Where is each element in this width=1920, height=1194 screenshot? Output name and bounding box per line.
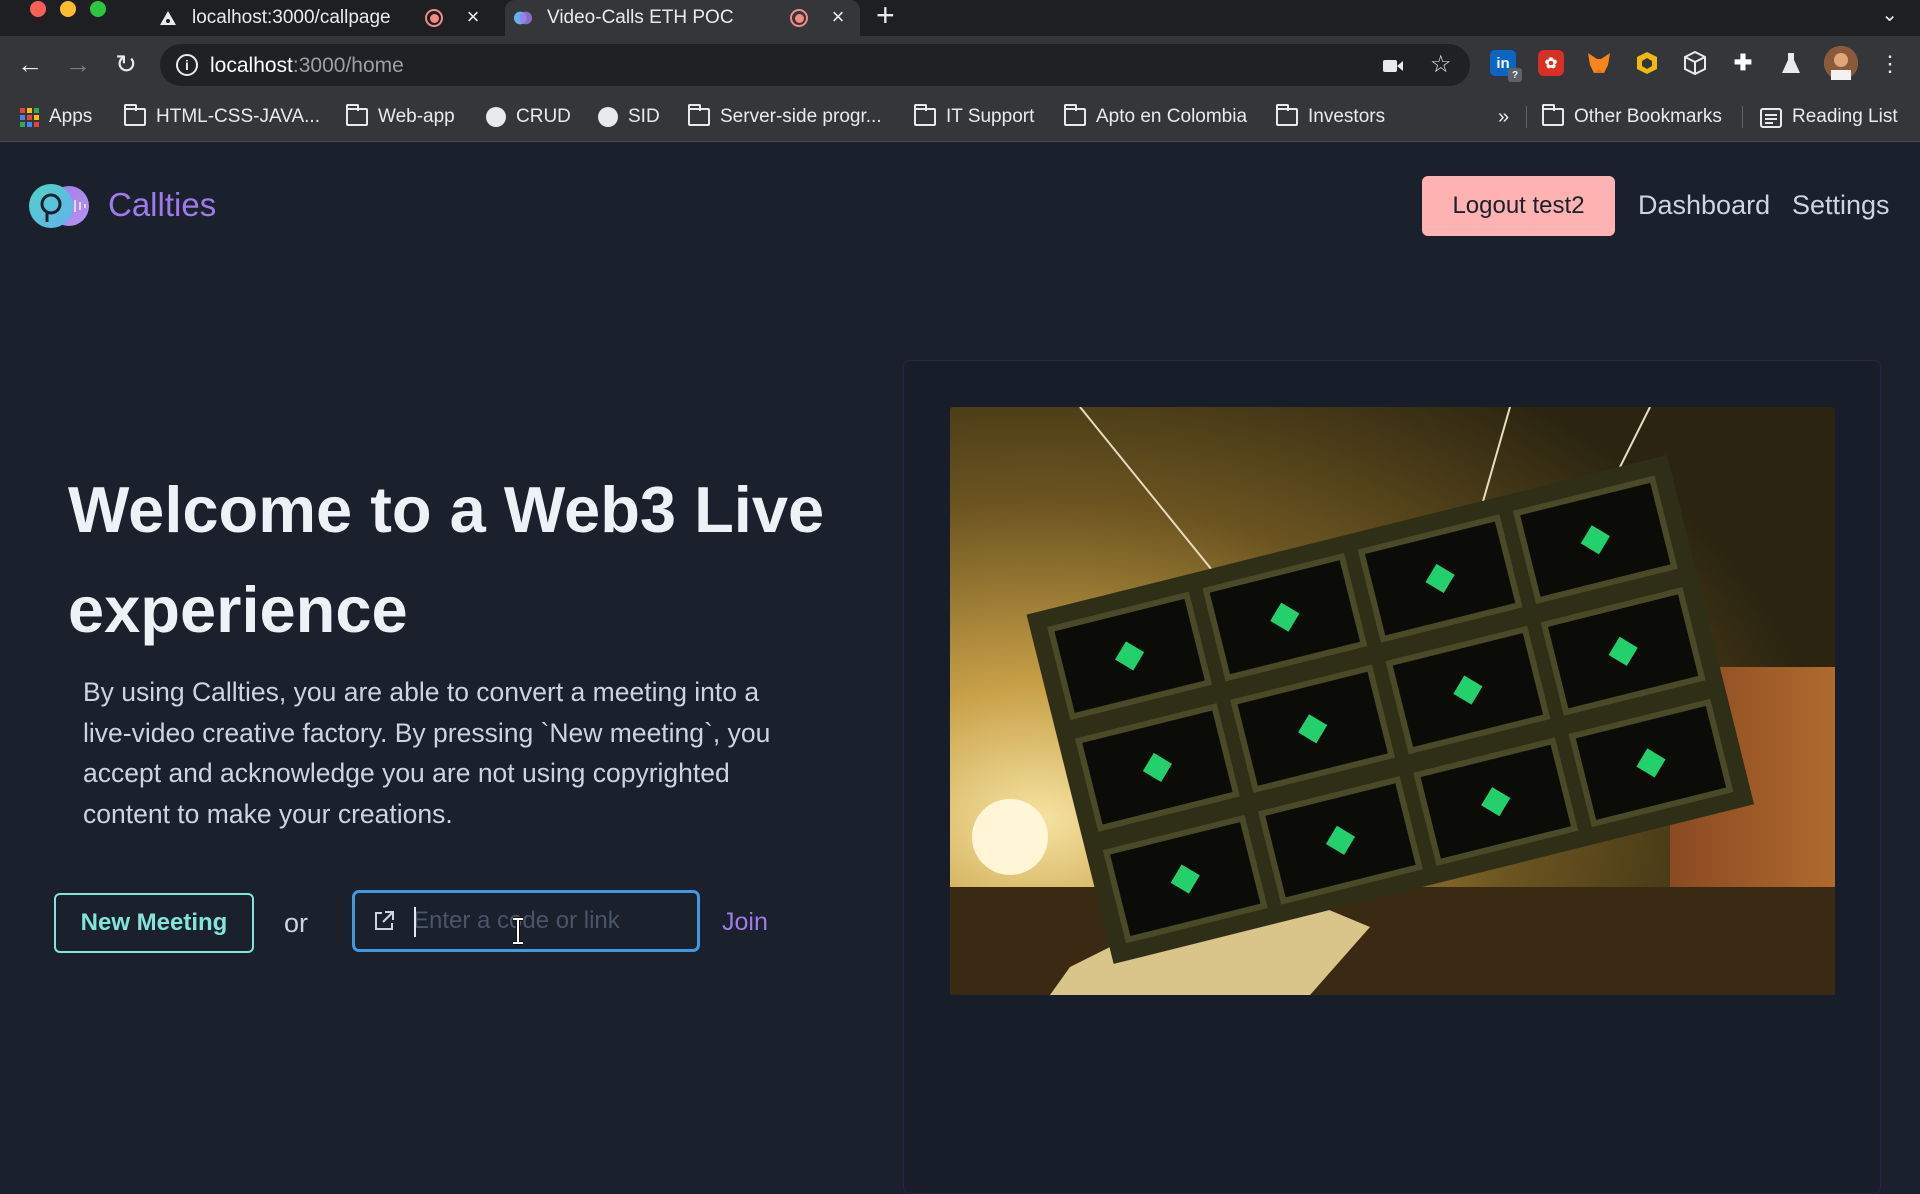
new-meeting-button[interactable]: New Meeting <box>54 893 254 953</box>
bookmarks-bar: Apps HTML-CSS-JAVA... Web-app CRUD SID S… <box>0 94 1920 142</box>
folder-icon <box>1064 104 1086 126</box>
address-url[interactable]: localhost:3000/home <box>210 54 404 78</box>
folder-icon <box>346 104 368 126</box>
info-icon[interactable]: i <box>176 54 198 76</box>
bookmark-folder[interactable]: Server-side progr... <box>688 94 882 140</box>
star-bookmark-icon[interactable]: ☆ <box>1430 50 1452 79</box>
recording-icon <box>790 9 808 27</box>
minimize-window-button[interactable] <box>60 1 76 17</box>
box-extension-icon[interactable] <box>1682 50 1708 76</box>
close-tab-icon[interactable]: × <box>463 6 483 28</box>
brand-name[interactable]: Callties <box>108 186 216 224</box>
page-headline: Welcome to a Web3 Live experience <box>68 473 825 646</box>
recording-icon <box>425 9 443 27</box>
browser-tab-callpage[interactable]: localhost:3000/callpage × <box>150 0 495 36</box>
browser-tab-video-calls[interactable]: Video-Calls ETH POC × <box>505 0 860 36</box>
meeting-code-field[interactable] <box>352 890 700 952</box>
text-caret <box>414 907 416 937</box>
app-page: Callties Logout test2 Dashboard Settings… <box>0 142 1920 1194</box>
logout-button[interactable]: Logout test2 <box>1422 176 1615 236</box>
folder-icon <box>688 104 710 126</box>
hero-description: By using Callties, you are able to conve… <box>83 677 771 829</box>
metamask-fox-icon[interactable] <box>1586 50 1612 76</box>
profile-avatar[interactable] <box>1824 46 1858 80</box>
nav-settings-link[interactable]: Settings <box>1792 190 1890 221</box>
forward-arrow-icon[interactable]: → <box>62 49 94 81</box>
puzzle-extensions-icon[interactable]: ✚ <box>1730 50 1756 76</box>
globe-icon <box>598 107 618 127</box>
reload-icon[interactable]: ↻ <box>110 49 142 81</box>
camera-icon[interactable] <box>1382 54 1404 80</box>
hero-illustration <box>950 407 1835 995</box>
maximize-window-button[interactable] <box>90 1 106 17</box>
folder-icon <box>1542 104 1564 126</box>
tab-title: Video-Calls ETH POC <box>547 7 734 28</box>
or-separator: or <box>284 908 309 938</box>
back-arrow-icon[interactable]: ← <box>14 49 46 81</box>
new-tab-icon[interactable]: + <box>876 0 895 31</box>
extension-badge: ? <box>1508 68 1522 82</box>
cube-extension-icon[interactable] <box>1634 50 1660 76</box>
folder-icon <box>124 104 146 126</box>
paw-extension-icon[interactable]: ✿ <box>1538 50 1564 76</box>
browser-toolbar: ← → ↻ i localhost:3000/home ☆ in ? ✿ ✚ ⋮ <box>0 36 1920 94</box>
bookmarks-divider <box>1526 106 1527 128</box>
bookmark-folder[interactable]: IT Support <box>914 94 1034 140</box>
other-bookmarks[interactable]: Other Bookmarks <box>1542 94 1722 140</box>
bookmark-folder[interactable]: Investors <box>1276 94 1385 140</box>
browser-tab-bar: localhost:3000/callpage × Video-Calls ET… <box>0 0 1920 36</box>
folder-icon <box>914 104 936 126</box>
i-beam-cursor-icon <box>510 917 526 945</box>
triangle-icon <box>158 8 178 28</box>
bookmark-folder[interactable]: Apto en Colombia <box>1064 94 1247 140</box>
close-tab-icon[interactable]: × <box>828 6 848 28</box>
bookmark-apps[interactable]: Apps <box>20 94 92 140</box>
bookmark-link[interactable]: SID <box>598 94 660 140</box>
tab-title: localhost:3000/callpage <box>192 7 391 28</box>
reading-list-icon <box>1760 108 1782 128</box>
chevron-down-icon[interactable]: ⌄ <box>1881 2 1898 27</box>
globe-icon <box>486 107 506 127</box>
meeting-code-input[interactable] <box>413 901 683 941</box>
flask-labs-icon[interactable] <box>1778 50 1804 76</box>
apps-grid-icon <box>20 107 39 127</box>
close-window-button[interactable] <box>30 1 46 17</box>
reading-list[interactable]: Reading List <box>1760 94 1898 140</box>
bookmark-link[interactable]: CRUD <box>486 94 571 140</box>
bookmark-folder[interactable]: Web-app <box>346 94 455 140</box>
bookmarks-divider <box>1742 106 1743 128</box>
bookmarks-overflow-button[interactable]: » <box>1498 94 1509 140</box>
join-button[interactable]: Join <box>722 908 768 937</box>
callties-logo-icon[interactable] <box>27 182 93 230</box>
external-link-icon <box>373 910 395 932</box>
bookmark-folder[interactable]: HTML-CSS-JAVA... <box>124 94 320 140</box>
callties-logo-icon <box>513 8 533 28</box>
address-bar[interactable]: i localhost:3000/home ☆ <box>160 44 1470 86</box>
kebab-menu-icon[interactable]: ⋮ <box>1874 49 1906 81</box>
nav-dashboard-link[interactable]: Dashboard <box>1638 190 1770 221</box>
folder-icon <box>1276 104 1298 126</box>
